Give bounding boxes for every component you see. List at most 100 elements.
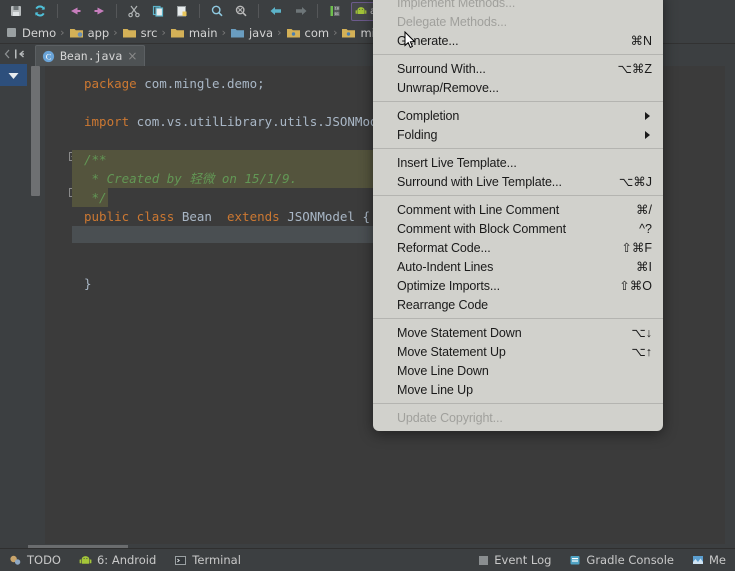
status-item-todo[interactable]: TODO [0, 553, 70, 567]
menu-item-move-statement-up[interactable]: Move Statement Up ⌥↑ [373, 342, 663, 361]
scrollbar-thumb[interactable] [31, 66, 40, 196]
breadcrumb-item-demo[interactable]: Demo [2, 26, 59, 40]
breadcrumb-item-main[interactable]: main [167, 26, 221, 40]
menu-separator [373, 101, 663, 102]
find-icon[interactable] [205, 1, 229, 21]
project-icon [7, 28, 16, 37]
forward-icon[interactable] [288, 1, 312, 21]
menu-item-label: Move Line Down [397, 363, 489, 378]
menu-item-reformat-code[interactable]: Reformat Code... ⇧⌘F [373, 238, 663, 257]
status-item-android[interactable]: 6: Android [70, 553, 165, 567]
java-class-icon: C [42, 50, 55, 62]
status-item-event-log[interactable]: Event Log [469, 553, 560, 567]
menu-item-folding[interactable]: Folding [373, 125, 663, 144]
status-label: Me [709, 553, 726, 567]
status-label: Terminal [192, 553, 241, 567]
comment-highlight-band [72, 150, 392, 169]
toolbar-separator [199, 4, 200, 18]
breadcrumb-separator: › [161, 26, 166, 39]
breadcrumb-label: Demo [22, 25, 57, 40]
breadcrumb-item-app[interactable]: app [66, 26, 113, 40]
status-label: 6: Android [96, 553, 157, 567]
status-item-memory-monitor[interactable]: Me [683, 553, 735, 567]
menu-item-completion[interactable]: Completion [373, 106, 663, 125]
menu-separator [373, 318, 663, 319]
status-item-gradle-console[interactable]: Gradle Console [560, 553, 683, 567]
menu-item-unwrap-remove[interactable]: Unwrap/Remove... [373, 78, 663, 97]
menu-item-label: Rearrange Code [397, 297, 489, 312]
menu-item-label: Surround with Live Template... [397, 174, 562, 189]
structure-toggle-button[interactable] [0, 64, 27, 86]
breadcrumb-label: main [188, 25, 218, 40]
menu-item-implement-methods: Implement Methods... [373, 0, 663, 12]
menu-item-surround-with-live-template[interactable]: Surround with Live Template... ⌥⌘J [373, 172, 663, 191]
close-icon[interactable]: × [127, 50, 137, 62]
menu-item-shortcut: ⌥↓ [631, 326, 652, 340]
breadcrumb-separator: › [221, 26, 226, 39]
menu-item-rearrange-code[interactable]: Rearrange Code [373, 295, 663, 314]
breadcrumb-item-src[interactable]: src [119, 26, 161, 40]
status-item-terminal[interactable]: Terminal [165, 553, 250, 567]
code-line: */ [84, 190, 107, 205]
code-line: public class Bean extends JSONModel { [84, 209, 370, 224]
submenu-arrow-icon [645, 111, 650, 120]
code-line: /** [84, 152, 107, 167]
breadcrumb-item-java[interactable]: java [227, 26, 276, 40]
editor-vertical-scrollbar[interactable] [27, 66, 45, 549]
paste-icon[interactable] [170, 1, 194, 21]
compile-icon[interactable]: 10 01 [323, 1, 347, 21]
terminal-icon [175, 555, 187, 565]
menu-item-label: Folding [397, 127, 438, 142]
menu-item-label: Surround With... [397, 61, 486, 76]
back-icon[interactable] [264, 1, 288, 21]
replace-icon[interactable] [229, 1, 253, 21]
android-icon [355, 7, 367, 14]
editor-gutter[interactable] [45, 66, 78, 549]
save-all-icon[interactable] [4, 1, 28, 21]
ide-window: 10 01 app Demo › [0, 0, 735, 571]
menu-item-move-line-down[interactable]: Move Line Down [373, 361, 663, 380]
caret-line-highlight [72, 226, 392, 243]
sync-icon[interactable] [28, 1, 52, 21]
copy-icon[interactable] [146, 1, 170, 21]
menu-item-comment-with-line-comment[interactable]: Comment with Line Comment ⌘/ [373, 200, 663, 219]
menu-item-label: Move Statement Down [397, 325, 522, 340]
breadcrumb-separator: › [277, 26, 282, 39]
code-context-menu: Implement Methods... Delegate Methods...… [373, 0, 663, 431]
cut-icon[interactable] [122, 1, 146, 21]
menu-separator [373, 403, 663, 404]
menu-item-label: Move Statement Up [397, 344, 506, 359]
menu-item-insert-live-template[interactable]: Insert Live Template... [373, 153, 663, 172]
status-bar: TODO 6: Android Terminal Event Log Gradl… [0, 548, 735, 571]
toolbar-separator [258, 4, 259, 18]
menu-item-comment-with-block-comment[interactable]: Comment with Block Comment ^? [373, 219, 663, 238]
gradle-icon [570, 556, 580, 565]
menu-item-auto-indent-lines[interactable]: Auto-Indent Lines ⌘I [373, 257, 663, 276]
menu-item-label: Reformat Code... [397, 240, 491, 255]
collapse-left-icon[interactable] [2, 48, 11, 60]
hide-panel-icon[interactable] [13, 48, 26, 60]
source-folder-icon [230, 29, 244, 38]
folder-icon [122, 29, 136, 38]
editor-tab-bean-java[interactable]: C Bean.java × [35, 45, 146, 66]
menu-item-optimize-imports[interactable]: Optimize Imports... ⇧⌘O [373, 276, 663, 295]
menu-item-shortcut: ⇧⌘O [619, 279, 652, 293]
menu-item-surround-with[interactable]: Surround With... ⌥⌘Z [373, 59, 663, 78]
breadcrumb-label: com [304, 25, 330, 40]
menu-item-move-line-up[interactable]: Move Line Up [373, 380, 663, 399]
menu-item-label: Auto-Indent Lines [397, 259, 494, 274]
menu-item-delegate-methods: Delegate Methods... [373, 12, 663, 31]
menu-item-label: Comment with Line Comment [397, 202, 560, 217]
menu-item-generate[interactable]: Generate... ⌘N [373, 31, 663, 50]
breadcrumb-label: app [87, 25, 110, 40]
menu-item-label: Optimize Imports... [397, 278, 500, 293]
package-folder-icon [286, 29, 300, 38]
menu-item-update-copyright: Update Copyright... [373, 408, 663, 427]
undo-icon[interactable] [63, 1, 87, 21]
menu-item-move-statement-down[interactable]: Move Statement Down ⌥↓ [373, 323, 663, 342]
breadcrumb-item-com[interactable]: com [283, 26, 333, 40]
menu-separator [373, 54, 663, 55]
menu-item-shortcut: ^? [639, 221, 652, 236]
todo-icon [10, 555, 21, 565]
redo-icon[interactable] [87, 1, 111, 21]
